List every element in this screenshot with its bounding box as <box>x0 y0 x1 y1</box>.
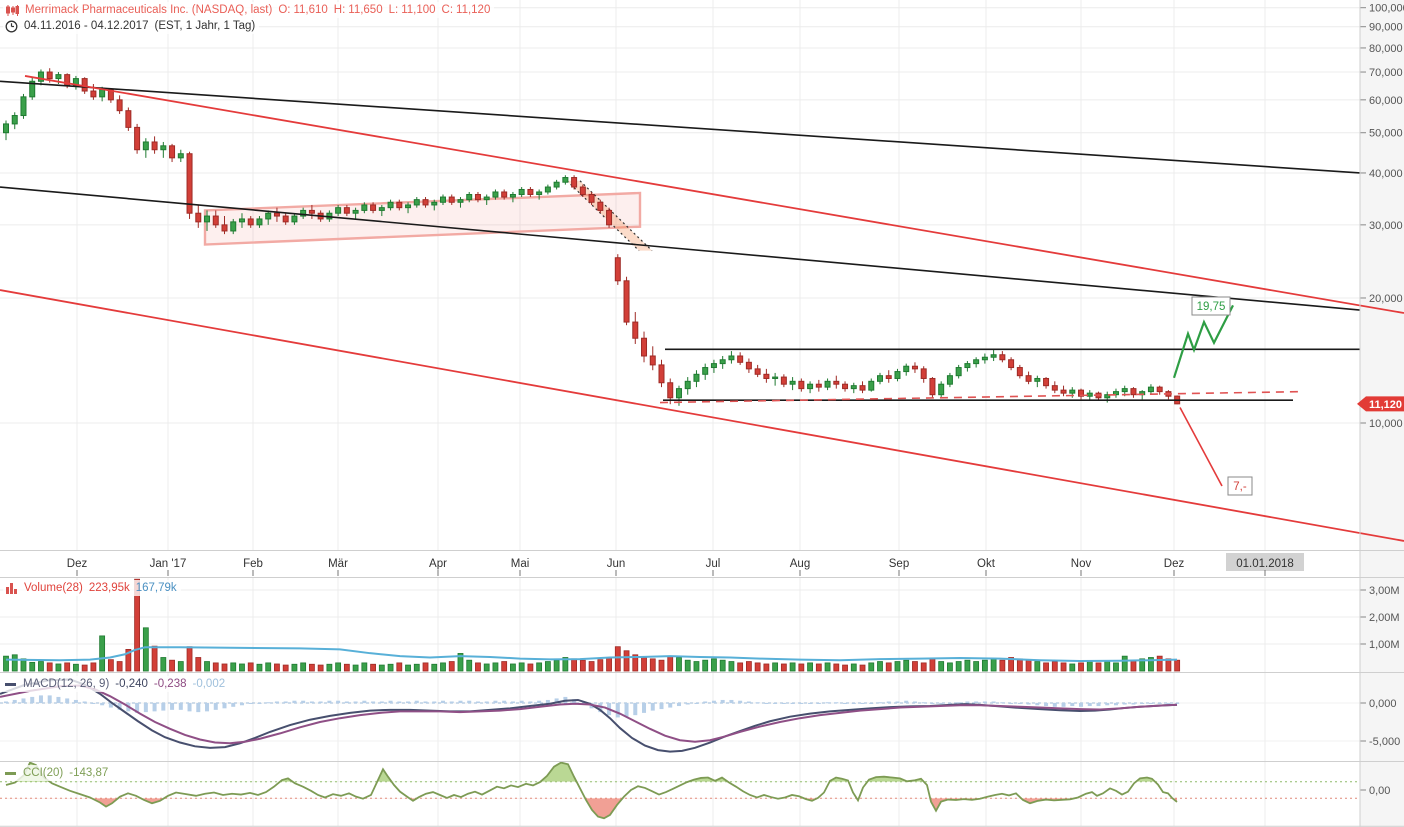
high-label: H: <box>334 3 346 17</box>
cci-value: -143,87 <box>69 766 108 780</box>
high-value: 11,650 <box>348 3 382 17</box>
clock-icon <box>5 20 18 33</box>
svg-text:Sep: Sep <box>889 558 909 570</box>
svg-text:100,000: 100,000 <box>1369 3 1404 15</box>
svg-text:Okt: Okt <box>977 558 996 570</box>
close-value: 11,120 <box>456 3 490 17</box>
svg-text:01.01.2018: 01.01.2018 <box>1236 558 1294 570</box>
timeframe: (EST, 1 Jahr, 1 Tag) <box>154 19 255 33</box>
volume-current-value: 223,95k <box>89 581 130 595</box>
svg-text:70,000: 70,000 <box>1369 67 1403 79</box>
svg-text:2,00M: 2,00M <box>1369 612 1400 624</box>
macd-line-icon <box>5 680 17 688</box>
svg-text:Mai: Mai <box>511 558 530 570</box>
svg-text:-5,000: -5,000 <box>1369 736 1400 748</box>
svg-text:Dez: Dez <box>1164 558 1185 570</box>
macd-signal-value: -0,238 <box>154 677 187 691</box>
cci-indicator-legend[interactable]: CCI(20) -143,87 <box>3 765 112 781</box>
svg-text:Jun: Jun <box>607 558 626 570</box>
charting-app: { "header": { "instrument": "Merrimack P… <box>0 0 1404 827</box>
low-label: L: <box>389 3 399 17</box>
svg-text:50,000: 50,000 <box>1369 128 1403 140</box>
macd-value: -0,240 <box>115 677 148 691</box>
svg-text:Jan '17: Jan '17 <box>150 558 187 570</box>
low-value: 11,100 <box>401 3 435 17</box>
instrument-title: Merrimack Pharmaceuticals Inc. (NASDAQ, … <box>25 3 272 17</box>
svg-text:3,00M: 3,00M <box>1369 585 1400 597</box>
target-price-label: 19,75 <box>1197 301 1226 313</box>
svg-text:Feb: Feb <box>243 558 263 570</box>
cci-line-icon <box>5 769 17 777</box>
volume-ma-value: 167,79k <box>136 581 177 595</box>
svg-text:40,000: 40,000 <box>1369 168 1403 180</box>
volume-indicator-legend[interactable]: Volume(28) 223,95k 167,79k <box>3 580 181 596</box>
instrument-legend[interactable]: Merrimack Pharmaceuticals Inc. (NASDAQ, … <box>3 2 494 18</box>
open-value: 11,610 <box>293 3 327 17</box>
last-price-tag: 11,120 <box>1357 396 1404 411</box>
svg-text:80,000: 80,000 <box>1369 43 1403 55</box>
close-label: C: <box>442 3 454 17</box>
svg-text:Dez: Dez <box>67 558 88 570</box>
macd-indicator-name: MACD(12, 26, 9) <box>23 677 109 691</box>
svg-text:1,00M: 1,00M <box>1369 639 1400 651</box>
svg-text:Jul: Jul <box>706 558 721 570</box>
svg-text:Aug: Aug <box>790 558 810 570</box>
svg-text:90,000: 90,000 <box>1369 22 1403 34</box>
date-range: 04.11.2016 - 04.12.2017 <box>24 19 148 33</box>
svg-text:0,000: 0,000 <box>1369 698 1397 710</box>
volume-bars-icon <box>5 582 18 594</box>
svg-text:20,000: 20,000 <box>1369 293 1403 305</box>
downside-price-label: 7,- <box>1233 481 1247 493</box>
cci-indicator-name: CCI(20) <box>23 766 63 780</box>
svg-text:Mär: Mär <box>328 558 348 570</box>
svg-text:0,00: 0,00 <box>1369 785 1390 797</box>
svg-text:30,000: 30,000 <box>1369 220 1403 232</box>
daterange-legend[interactable]: 04.11.2016 - 04.12.2017 (EST, 1 Jahr, 1 … <box>3 18 259 34</box>
svg-text:10,000: 10,000 <box>1369 418 1403 430</box>
volume-indicator-name: Volume(28) <box>24 581 83 595</box>
svg-text:Nov: Nov <box>1071 558 1092 570</box>
macd-hist-value: -0,002 <box>193 677 226 691</box>
price-chart-canvas[interactable]: 100,000 90,000 80,000 70,000 60,000 50,000 40,… <box>0 0 1404 827</box>
open-label: O: <box>278 3 290 17</box>
svg-text:11,120: 11,120 <box>1369 399 1402 411</box>
svg-text:60,000: 60,000 <box>1369 95 1403 107</box>
candlestick-chart-icon <box>5 4 19 17</box>
macd-indicator-legend[interactable]: MACD(12, 26, 9) -0,240 -0,238 -0,002 <box>3 676 229 692</box>
svg-text:Apr: Apr <box>429 558 447 570</box>
